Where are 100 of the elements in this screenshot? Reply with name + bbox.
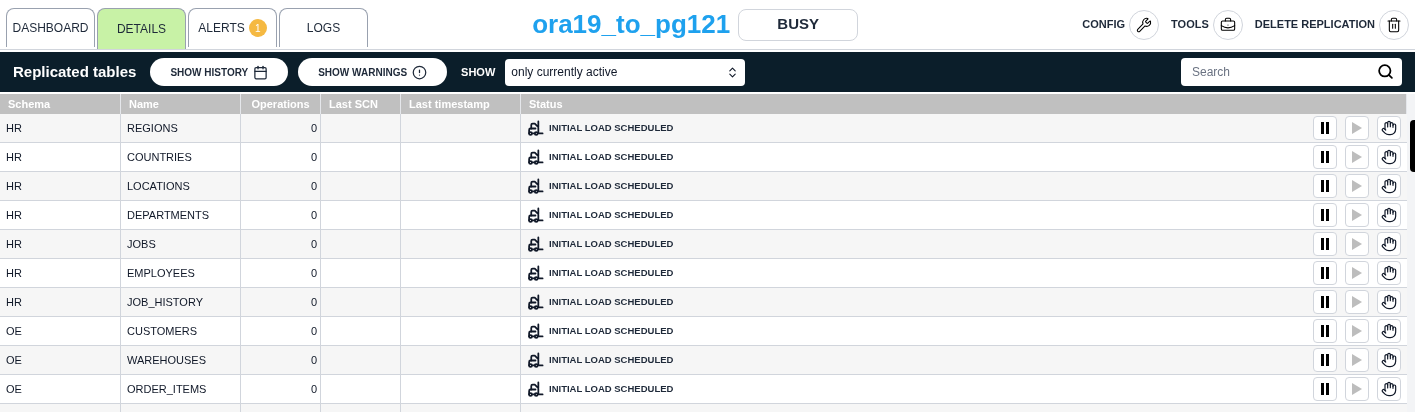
table-cell: 0 xyxy=(241,172,321,200)
play-icon xyxy=(1352,151,1362,163)
hand-button[interactable] xyxy=(1377,203,1401,227)
table-cell: JOB_HISTORY xyxy=(121,288,241,316)
hand-icon xyxy=(1381,207,1397,223)
table-cell: 0 xyxy=(241,143,321,171)
table-cell: 0 xyxy=(241,346,321,374)
play-icon xyxy=(1352,267,1362,279)
show-label: SHOW xyxy=(461,64,496,80)
table-cell: HR xyxy=(0,172,121,200)
status-text: INITIAL LOAD SCHEDULED xyxy=(549,323,674,338)
status-text: INITIAL LOAD SCHEDULED xyxy=(549,352,674,367)
table-cell: 0 xyxy=(241,259,321,287)
play-icon xyxy=(1352,209,1362,221)
hand-icon xyxy=(1381,381,1397,397)
pause-button[interactable] xyxy=(1313,116,1337,140)
status-text: INITIAL LOAD SCHEDULED xyxy=(549,178,674,193)
forklift-icon xyxy=(527,264,544,282)
calendar-icon xyxy=(253,64,269,80)
table-cell: HR xyxy=(0,114,121,142)
status-text: INITIAL LOAD SCHEDULED xyxy=(549,381,674,396)
forklift-icon xyxy=(527,322,544,340)
play-icon xyxy=(1352,238,1362,250)
status-text: INITIAL LOAD SCHEDULED xyxy=(549,236,674,251)
status-pill: BUSY xyxy=(738,8,859,41)
pause-icon xyxy=(1320,209,1330,221)
pause-button[interactable] xyxy=(1313,377,1337,401)
hand-button[interactable] xyxy=(1377,174,1401,198)
pause-icon xyxy=(1320,296,1330,308)
table-cell: 0 xyxy=(241,317,321,345)
hand-button[interactable] xyxy=(1377,232,1401,256)
status-text: INITIAL LOAD SCHEDULED xyxy=(549,149,674,164)
table-cell: HR xyxy=(0,143,121,171)
pause-button[interactable] xyxy=(1313,319,1337,343)
pause-icon xyxy=(1320,151,1330,163)
action-label: DELETE REPLICATION xyxy=(1254,17,1375,33)
hand-button[interactable] xyxy=(1377,145,1401,169)
alert-icon xyxy=(412,64,428,80)
hand-button[interactable] xyxy=(1377,377,1401,401)
table-cell: LOCATIONS xyxy=(121,172,241,200)
trash-icon xyxy=(1386,16,1402,33)
pause-button[interactable] xyxy=(1313,174,1337,198)
table-cell: 0 xyxy=(241,230,321,258)
forklift-icon xyxy=(527,293,544,311)
hand-icon xyxy=(1381,323,1397,339)
search-field[interactable]: Search xyxy=(1181,58,1402,86)
pause-icon xyxy=(1320,122,1330,134)
table-cell: 0 xyxy=(241,288,321,316)
toolbar-button[interactable]: SHOW WARNINGS xyxy=(298,58,448,86)
hand-button[interactable] xyxy=(1377,290,1401,314)
hand-button[interactable] xyxy=(1377,319,1401,343)
pause-button[interactable] xyxy=(1313,232,1337,256)
play-icon xyxy=(1352,296,1362,308)
table-cell: CUSTOMERS xyxy=(121,317,241,345)
scrollbar-thumb[interactable] xyxy=(1410,120,1415,172)
table-cell: EMPLOYEES xyxy=(121,259,241,287)
table-cell: HR xyxy=(0,230,121,258)
table-cell: HR xyxy=(0,259,121,287)
tab[interactable]: LOGS xyxy=(279,8,368,47)
forklift-icon xyxy=(527,235,544,253)
tab[interactable]: DETAILS xyxy=(97,8,186,49)
hand-icon xyxy=(1381,178,1397,194)
pause-button[interactable] xyxy=(1313,203,1337,227)
play-icon xyxy=(1352,325,1362,337)
hand-button[interactable] xyxy=(1377,261,1401,285)
hand-icon xyxy=(1381,265,1397,281)
pause-icon xyxy=(1320,267,1330,279)
play-icon xyxy=(1352,354,1362,366)
pause-button[interactable] xyxy=(1313,348,1337,372)
forklift-icon xyxy=(527,206,544,224)
tab[interactable]: DASHBOARD xyxy=(6,8,95,47)
play-icon xyxy=(1352,180,1362,192)
pause-button[interactable] xyxy=(1313,261,1337,285)
pause-icon xyxy=(1320,383,1330,395)
show-dropdown[interactable]: only currently active xyxy=(505,58,746,86)
action-label: TOOLS xyxy=(1171,17,1209,33)
forklift-icon xyxy=(527,119,544,137)
hand-button[interactable] xyxy=(1377,116,1401,140)
search-icon xyxy=(1377,63,1394,80)
table-cell: 0 xyxy=(241,375,321,403)
pause-icon xyxy=(1320,238,1330,250)
table-cell: WAREHOUSES xyxy=(121,346,241,374)
section-heading: Replicated tables xyxy=(13,61,137,82)
table-cell: COUNTRIES xyxy=(121,143,241,171)
pause-button[interactable] xyxy=(1313,290,1337,314)
play-icon xyxy=(1352,122,1362,134)
tab[interactable]: ALERTS 1 xyxy=(188,8,277,47)
hand-icon xyxy=(1381,149,1397,165)
wrench-icon xyxy=(1136,16,1153,33)
toolbar-button[interactable]: SHOW HISTORY xyxy=(150,58,289,86)
forklift-icon xyxy=(527,380,544,398)
status-text: INITIAL LOAD SCHEDULED xyxy=(549,207,674,222)
pause-icon xyxy=(1320,180,1330,192)
table-cell: REGIONS xyxy=(121,114,241,142)
forklift-icon xyxy=(527,351,544,369)
hand-icon xyxy=(1381,236,1397,252)
hand-button[interactable] xyxy=(1377,348,1401,372)
alert-count-badge: 1 xyxy=(248,19,267,37)
table-cell: 0 xyxy=(241,201,321,229)
pause-button[interactable] xyxy=(1313,145,1337,169)
